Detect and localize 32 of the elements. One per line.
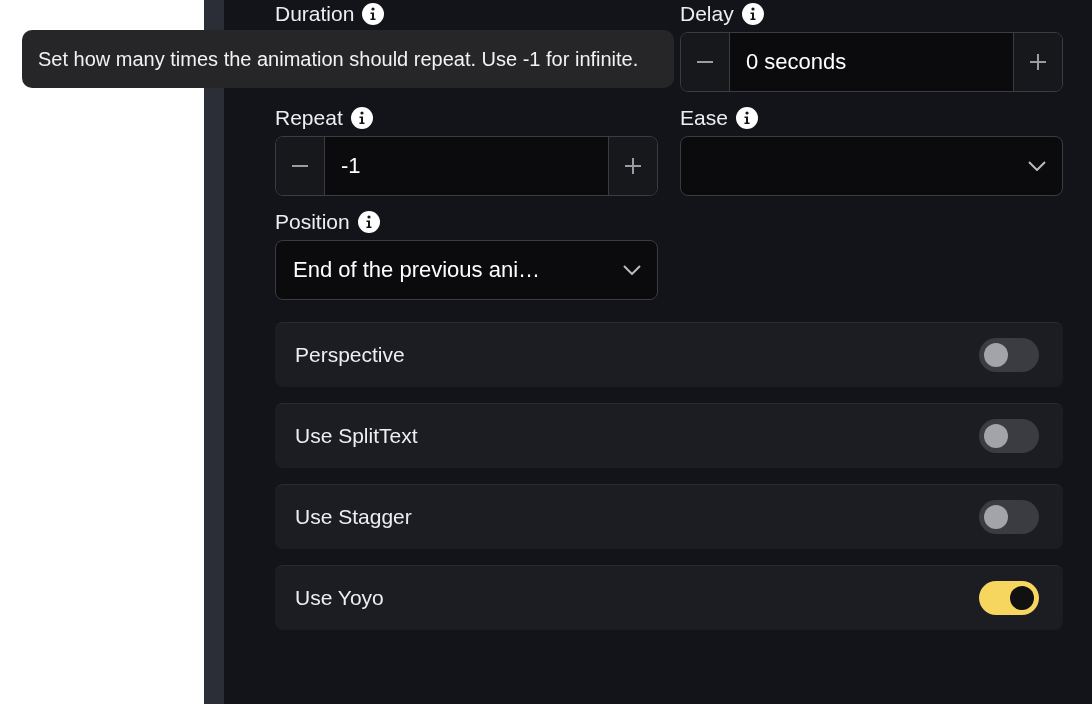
field-label: Duration bbox=[275, 2, 355, 26]
toggle-switch[interactable] bbox=[979, 338, 1039, 372]
field-label: Delay bbox=[680, 2, 734, 26]
field-label: Position bbox=[275, 210, 350, 234]
chevron-down-icon bbox=[623, 265, 641, 275]
toggle-label: Use Stagger bbox=[295, 505, 412, 529]
increment-button[interactable] bbox=[608, 137, 657, 195]
toggle-label: Perspective bbox=[295, 343, 405, 367]
plus-icon bbox=[1030, 54, 1046, 70]
info-icon[interactable] bbox=[362, 3, 385, 25]
minus-icon bbox=[697, 61, 713, 63]
increment-button[interactable] bbox=[1013, 33, 1062, 91]
toggle-switch[interactable] bbox=[979, 419, 1039, 453]
info-icon[interactable] bbox=[350, 107, 373, 129]
plus-icon bbox=[625, 158, 641, 174]
number-stepper-field[interactable]: 0 seconds bbox=[680, 32, 1063, 92]
number-value: 0 seconds bbox=[745, 48, 848, 76]
toggle-label: Use SplitText bbox=[295, 424, 418, 448]
chevron-down-icon bbox=[1028, 161, 1046, 171]
info-icon[interactable] bbox=[741, 3, 764, 25]
tooltip-text: Set how many times the animation should repeat. Use -1 for infinite. bbox=[38, 48, 639, 70]
info-icon[interactable] bbox=[357, 211, 380, 233]
toggle-switch[interactable] bbox=[979, 500, 1039, 534]
field-label: Ease bbox=[680, 106, 728, 130]
number-value: -1 bbox=[340, 152, 362, 180]
toggle-label: Use Yoyo bbox=[295, 586, 384, 610]
info-icon[interactable] bbox=[735, 107, 758, 129]
field-label: Repeat bbox=[275, 106, 343, 130]
select-dropdown[interactable]: End of the previous ani… bbox=[275, 240, 658, 300]
number-stepper-field[interactable]: -1 bbox=[275, 136, 658, 196]
minus-icon bbox=[292, 165, 308, 167]
toggle-switch[interactable] bbox=[979, 581, 1039, 615]
